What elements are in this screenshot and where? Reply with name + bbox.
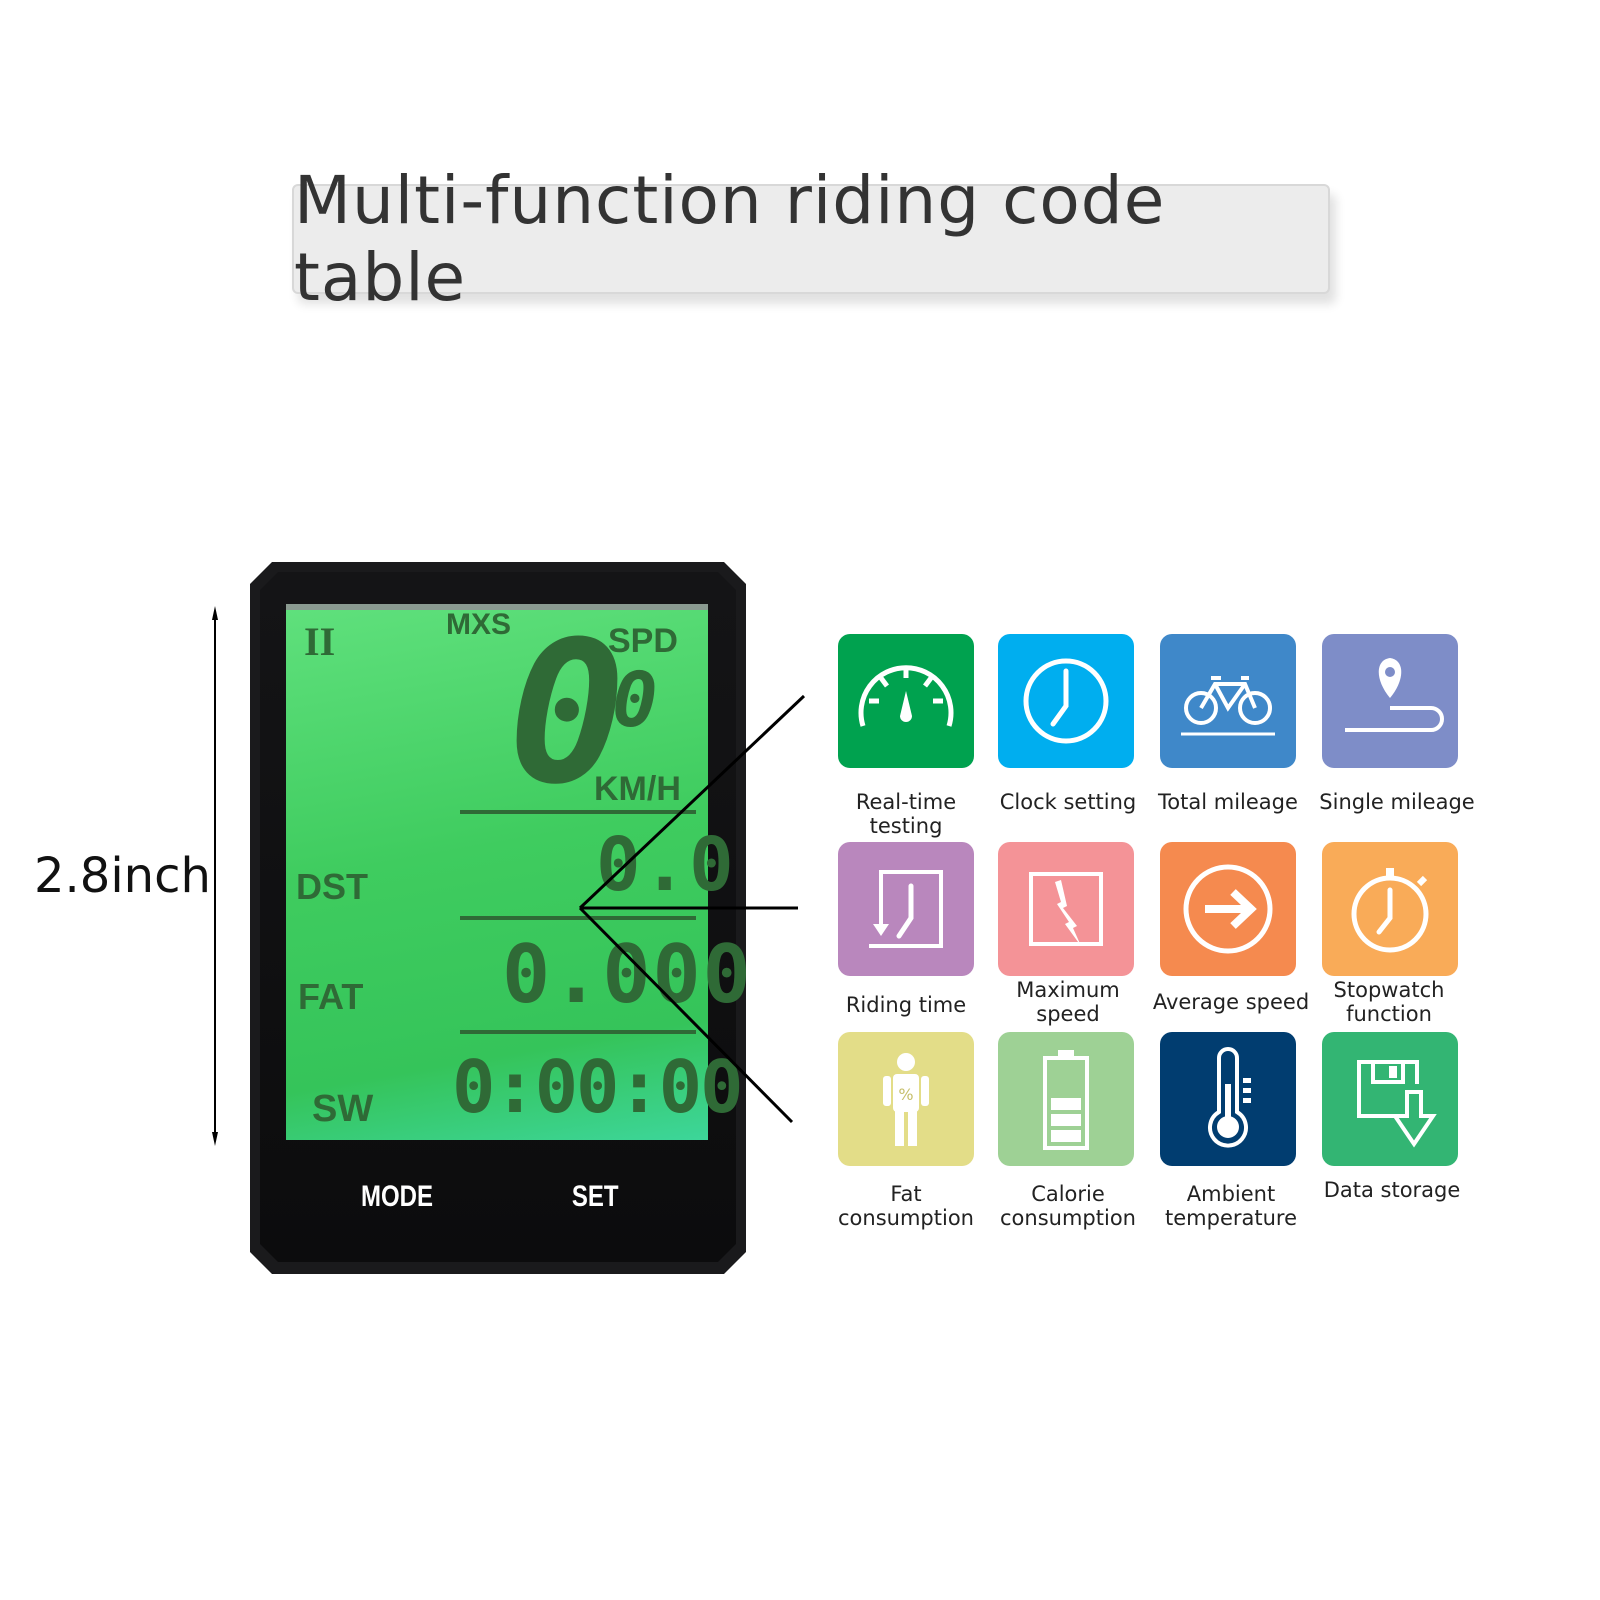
map-pin-route-icon [1345,658,1444,732]
feature-label: Data storage [1323,1178,1461,1202]
feature-tile-single-mileage [1322,634,1458,768]
lcd-dst-value: 0.0 [596,822,736,908]
arrow-circle-icon [1183,864,1273,954]
feature-label: Calorie consumption [1000,1182,1136,1230]
dimension-label: 2.8inch [34,848,211,904]
feature-tile-maximum-speed [998,842,1134,976]
feature-tile-clock-setting [998,634,1134,768]
feature-label: Single mileage [1319,790,1475,814]
feature-label: Ambient temperature [1165,1182,1297,1230]
feature-tile-data-storage [1322,1032,1458,1166]
lcd-fat-label: FAT [298,976,364,1017]
feature-tile-fat-consumption: % [838,1032,974,1166]
set-button[interactable]: SET [572,1180,619,1214]
speedometer-icon [858,665,954,727]
lcd-indicator: II [304,619,336,664]
mode-button[interactable]: MODE [361,1180,433,1214]
feature-label: Clock setting [999,790,1137,814]
feature-tile-riding-time [838,842,974,976]
bicycle-icon [1181,676,1275,736]
feature-label: Maximum speed [1016,978,1120,1026]
feature-tile-average-speed [1160,842,1296,976]
lcd-mxs-label: MXS [446,608,512,641]
feature-tile-total-mileage [1160,634,1296,768]
stopwatch-icon [1351,868,1429,953]
height-dimension-arrow [212,606,218,1146]
lcd-speed-small: 0 [612,655,660,744]
feature-label: Real-time testing [855,790,957,838]
feature-tile-calorie-consumption [998,1032,1134,1166]
feature-tile-ambient-temperature [1160,1032,1296,1166]
lcd-divider [460,1030,696,1034]
feature-label: Stopwatch function [1333,978,1445,1026]
save-download-icon [1357,1060,1437,1148]
lcd-divider [460,916,696,920]
lcd-dst-label: DST [296,866,368,907]
clock-icon [1023,658,1109,744]
svg-text:%: % [898,1085,913,1104]
feature-tile-stopwatch [1322,842,1458,976]
lcd-divider [460,810,696,814]
lcd-sw-value: 0:00:00 [452,1045,743,1129]
lcd-fat-value: 0.000 [502,928,753,1021]
lightning-icon [1029,872,1103,946]
feature-label: Fat consumption [838,1182,974,1230]
feature-label: Total mileage [1158,790,1298,814]
riding-time-icon [869,870,943,948]
thermometer-icon [1208,1047,1251,1148]
feature-label: Average speed [1152,990,1310,1014]
title-banner: Multi-function riding code table [292,162,1330,316]
page-title: Multi-function riding code table [294,162,1166,316]
battery-icon [1043,1050,1089,1150]
lcd-sw-label: SW [312,1088,374,1130]
feature-label: Riding time [845,993,967,1017]
feature-tile-real-time-testing [838,634,974,768]
body-fat-icon: % [883,1053,929,1146]
lcd-speed-unit: KM/H [594,770,681,808]
